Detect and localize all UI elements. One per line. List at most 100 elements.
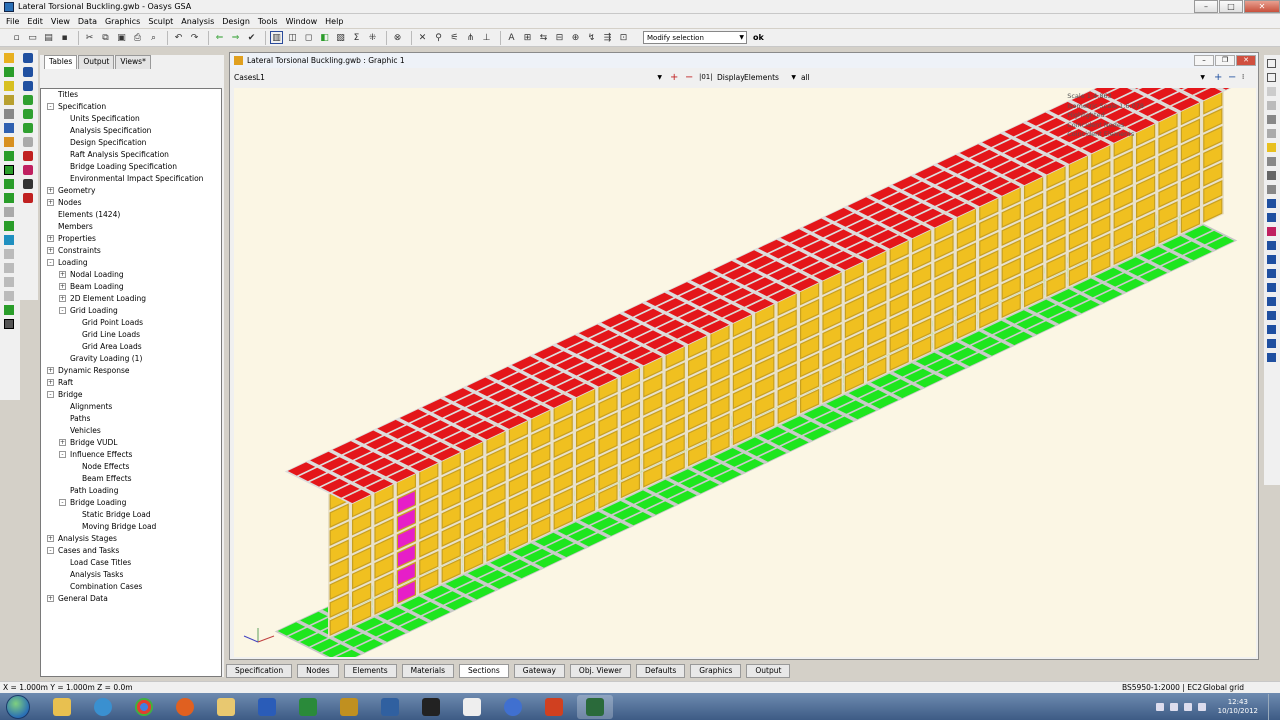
edit-icon[interactable]	[4, 137, 14, 147]
tree-item[interactable]: - Cases and Tasks	[41, 545, 221, 557]
graphic-close-button[interactable]: ✕	[1236, 55, 1256, 66]
pencil-icon[interactable]	[4, 53, 14, 63]
shape-icon[interactable]	[4, 123, 14, 133]
tool-e-icon[interactable]	[4, 305, 14, 315]
display-select[interactable]: Elements ▼	[744, 71, 796, 83]
tab-elements[interactable]: Elements	[343, 664, 397, 678]
results-icon[interactable]	[23, 137, 33, 147]
word-task-icon[interactable]	[249, 695, 285, 719]
new-file-icon[interactable]: ▫	[10, 31, 23, 44]
marker-icon[interactable]	[1267, 185, 1276, 194]
fit-icon[interactable]	[4, 221, 14, 231]
tool-c-icon[interactable]	[4, 277, 14, 287]
expand-icon[interactable]: +	[47, 199, 54, 206]
table-view-icon[interactable]: ▥	[270, 31, 283, 44]
paste-icon[interactable]: ▣	[115, 31, 128, 44]
expand-icon[interactable]: +	[59, 271, 66, 278]
tree-item[interactable]: Design Specification	[41, 137, 221, 149]
pen-icon[interactable]	[1267, 87, 1276, 96]
explorer-task-icon[interactable]	[44, 695, 80, 719]
menu-analysis[interactable]: Analysis	[177, 17, 218, 26]
tree-item[interactable]: Node Effects	[41, 461, 221, 473]
chart-icon[interactable]: ◧	[318, 31, 331, 44]
show-desktop-button[interactable]	[1268, 693, 1276, 720]
label-icon[interactable]	[23, 95, 33, 105]
add-filter-icon[interactable]: +	[1214, 72, 1222, 83]
clock[interactable]: 12:43 10/10/2012	[1218, 698, 1258, 716]
tree-item[interactable]: Vehicles	[41, 425, 221, 437]
gsa-task-icon[interactable]	[577, 694, 613, 719]
tab-output[interactable]: Output	[78, 55, 115, 69]
cut-icon[interactable]: ✂	[83, 31, 96, 44]
tab-views[interactable]: Views*	[115, 55, 151, 69]
undo-icon[interactable]: ↶	[172, 31, 185, 44]
minimize-button[interactable]: –	[1194, 0, 1218, 13]
graphic-viewport[interactable]: Scale 1:4.863 Isometric Scale 1:6.078 Hi…	[234, 88, 1256, 657]
expand-icon[interactable]: +	[59, 295, 66, 302]
collapse-icon[interactable]: -	[59, 499, 66, 506]
find-icon[interactable]: ⚲	[432, 31, 445, 44]
tree-item[interactable]: Gravity Loading (1)	[41, 353, 221, 365]
diagram-icon[interactable]	[23, 165, 33, 175]
copy-icon[interactable]: ⧉	[99, 31, 112, 44]
close-button[interactable]: ✕	[1244, 0, 1280, 13]
cross-hair-icon[interactable]	[1267, 171, 1276, 180]
beam-icon[interactable]	[4, 95, 14, 105]
tree-item[interactable]: + Dynamic Response	[41, 365, 221, 377]
node-icon[interactable]	[4, 67, 14, 77]
tree-item[interactable]: + Nodes	[41, 197, 221, 209]
tree-item[interactable]: Paths	[41, 413, 221, 425]
tab-tables[interactable]: Tables	[44, 55, 78, 69]
print-preview-icon[interactable]: ⌕	[147, 31, 160, 44]
redo-icon[interactable]: ↷	[188, 31, 201, 44]
tree-item[interactable]: Units Specification	[41, 113, 221, 125]
tool7-icon[interactable]: ⊕	[569, 31, 582, 44]
tree-item[interactable]: + Nodal Loading	[41, 269, 221, 281]
expand-icon[interactable]: +	[47, 595, 54, 602]
folder-task-icon[interactable]	[208, 695, 244, 719]
tab-gateway[interactable]: Gateway	[513, 664, 565, 678]
tool3-icon[interactable]: ⊥	[480, 31, 493, 44]
arrow-left-icon[interactable]	[1267, 255, 1276, 264]
tree-item[interactable]: Combination Cases	[41, 581, 221, 593]
tree-item[interactable]: Members	[41, 221, 221, 233]
zoom-icon[interactable]	[4, 179, 14, 189]
tree-item[interactable]: Raft Analysis Specification	[41, 149, 221, 161]
load-arrow-icon[interactable]	[1267, 227, 1276, 236]
fix-icon[interactable]	[1267, 311, 1276, 320]
open-icon[interactable]: ▤	[42, 31, 55, 44]
flag-icon[interactable]	[1267, 115, 1276, 124]
select-icon[interactable]	[4, 165, 14, 175]
tree-item[interactable]: Moving Bridge Load	[41, 521, 221, 533]
highlight-icon[interactable]	[1267, 143, 1276, 152]
volume-icon[interactable]	[1197, 702, 1206, 711]
app-task-icon-2[interactable]	[372, 695, 408, 719]
pan-icon[interactable]	[4, 207, 14, 217]
tree-item[interactable]: - Bridge	[41, 389, 221, 401]
ie-task-icon[interactable]	[85, 695, 121, 719]
tree-item[interactable]: Environmental Impact Specification	[41, 173, 221, 185]
network-icon[interactable]	[1169, 702, 1178, 711]
menu-tools[interactable]: Tools	[254, 17, 282, 26]
tool4-icon[interactable]: ⊞	[521, 31, 534, 44]
tab-sections[interactable]: Sections	[459, 664, 509, 678]
menu-sculpt[interactable]: Sculpt	[144, 17, 177, 26]
selection-mode-select[interactable]: Modify selection ▼	[643, 31, 747, 44]
settings-icon[interactable]	[1267, 59, 1276, 68]
release-icon[interactable]	[1267, 339, 1276, 348]
tree-item[interactable]: + Beam Loading	[41, 281, 221, 293]
tree-item[interactable]: - Specification	[41, 101, 221, 113]
tree-item[interactable]: Grid Area Loads	[41, 341, 221, 353]
graphic-view-icon[interactable]: ◫	[286, 31, 299, 44]
tree-item[interactable]: Analysis Tasks	[41, 569, 221, 581]
contour-icon[interactable]	[23, 151, 33, 161]
menu-view[interactable]: View	[47, 17, 74, 26]
case-tool-icon[interactable]: |01|	[699, 73, 713, 81]
element-icon[interactable]	[4, 109, 14, 119]
collapse-icon[interactable]: -	[47, 547, 54, 554]
print-icon[interactable]: ⎙	[131, 31, 144, 44]
tab-nodes[interactable]: Nodes	[297, 664, 339, 678]
app-task-icon-5[interactable]	[495, 695, 531, 719]
tab-materials[interactable]: Materials	[401, 664, 454, 678]
tree-item[interactable]: Grid Point Loads	[41, 317, 221, 329]
